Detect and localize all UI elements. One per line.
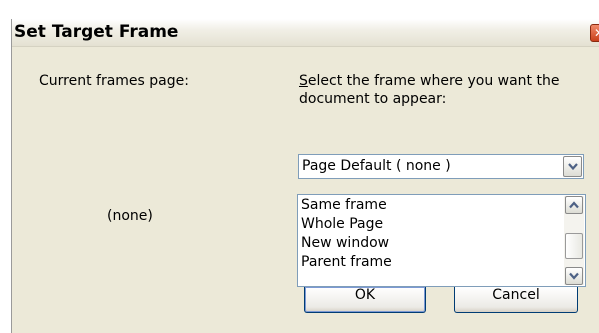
target-frame-combobox-value: Page Default ( none ): [302, 158, 451, 174]
ok-button[interactable]: OK: [304, 287, 426, 313]
access-key: S: [299, 73, 308, 89]
scroll-up-button[interactable]: [565, 196, 583, 214]
set-target-frame-dialog: Set Target Frame ✕ Current frames page: …: [11, 19, 599, 333]
list-scrollbar[interactable]: [564, 196, 584, 285]
select-frame-prompt: Select the frame where you want the docu…: [299, 72, 589, 108]
current-frames-value: (none): [107, 208, 153, 224]
list-item[interactable]: New window: [301, 234, 389, 252]
chevron-up-icon: [569, 201, 579, 209]
cancel-button-label: Cancel: [492, 287, 540, 303]
dialog-title: Set Target Frame: [14, 22, 179, 42]
select-frame-prompt-text: Select the frame where you want the docu…: [299, 73, 560, 107]
scroll-thumb[interactable]: [565, 233, 583, 259]
close-icon: ✕: [594, 26, 599, 40]
combobox-dropdown-button[interactable]: [563, 156, 582, 177]
frame-list[interactable]: Same frame Whole Page New window Parent …: [297, 194, 586, 287]
cancel-button[interactable]: Cancel: [454, 287, 578, 313]
chevron-down-icon: [569, 272, 579, 280]
list-item[interactable]: Whole Page: [301, 215, 383, 233]
title-bar: Set Target Frame ✕: [12, 19, 599, 47]
chevron-down-icon: [568, 163, 578, 171]
scroll-down-button[interactable]: [565, 267, 583, 285]
ok-button-label: OK: [354, 287, 376, 303]
current-frames-label: Current frames page:: [39, 73, 189, 89]
close-button[interactable]: ✕: [590, 24, 599, 42]
list-item[interactable]: Parent frame: [301, 253, 392, 271]
target-frame-combobox[interactable]: Page Default ( none ): [298, 154, 584, 179]
list-item[interactable]: Same frame: [301, 196, 387, 214]
